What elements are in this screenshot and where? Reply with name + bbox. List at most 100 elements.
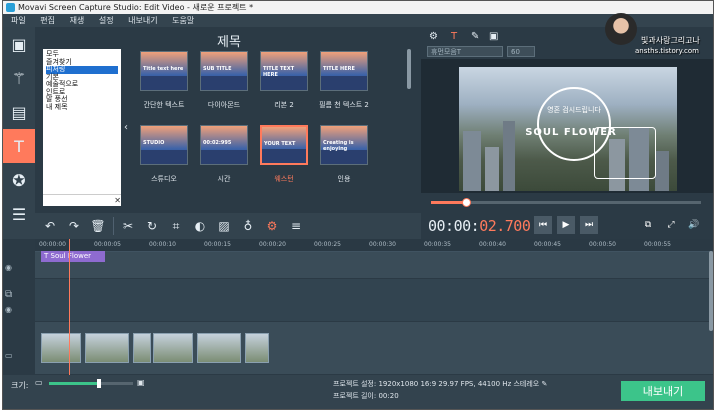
title-clip[interactable]: T Soul Flower [41,251,105,262]
save-icon[interactable]: ▣ [489,31,498,42]
overlay-track[interactable] [35,279,713,321]
crop-icon[interactable]: ⌗ [167,217,185,235]
menu-edit[interactable]: 편집 [40,14,55,27]
project-length-label: 프로젝트 길이: [333,392,377,400]
watermark-line2: ansths.tistory.com [635,47,699,55]
color-adjust-icon[interactable]: ◐ [191,217,209,235]
title-tile-selected[interactable]: YOUR TEXT [260,125,308,165]
overlay-icon[interactable]: ⧉ [5,289,12,300]
title-tile[interactable]: Creating is enjoying [320,125,368,165]
video-clip[interactable] [85,333,129,363]
list-icon[interactable]: ☰ [3,197,35,231]
tile-label: 시간 [217,175,231,183]
filmstrip-icon[interactable]: ▤ [3,95,35,129]
playhead[interactable] [69,239,70,375]
tiles-scrollbar[interactable] [407,49,411,89]
menu-export[interactable]: 내보내기 [128,14,157,27]
equalizer-icon[interactable]: ≡ [287,217,305,235]
microphone-icon[interactable]: ♁ [239,217,257,235]
video-clip[interactable] [245,333,269,363]
fullscreen-button[interactable]: ⤢ [662,216,680,234]
ruler-tick-label: 00:00:25 [314,241,341,248]
image-icon[interactable]: ▨ [215,217,233,235]
gear-icon[interactable]: ⚙ [263,217,281,235]
tile-text: SUB TITLE [203,66,232,72]
zoom-in-icon[interactable]: ▣ [137,378,145,387]
title-tile[interactable]: TITLE TEXT HERE [260,51,308,91]
previous-frame-button[interactable]: ⏮ [534,216,552,234]
window-title: Movavi Screen Capture Studio: Edit Video… [18,3,254,12]
menu-file[interactable]: 파일 [11,14,26,27]
delete-icon[interactable]: 🗑 [89,217,107,235]
cut-icon[interactable]: ✂ [119,217,137,235]
category-search[interactable]: ✕ [43,194,121,206]
tile-text: STUDIO [143,140,165,146]
eye-icon[interactable]: ◉ [5,263,12,272]
ruler-tick-label: 00:00:30 [369,241,396,248]
zoom-slider[interactable] [49,379,133,388]
title-tile[interactable]: Title text here [140,51,188,91]
export-button[interactable]: 내보내기 [621,381,705,401]
video-preview[interactable]: 영혼 검시드립니다 SOUL FLOWER [421,59,713,193]
ruler-tick-label: 00:00:00 [39,241,66,248]
volume-button[interactable]: 🔊 [685,216,703,234]
magic-wand-icon[interactable]: ⚚ [3,61,35,95]
settings-gears-icon[interactable]: ⚙ [429,31,438,42]
app-icon [6,3,15,12]
zoom-thumb[interactable] [97,379,102,388]
redo-icon[interactable]: ↷ [65,217,83,235]
undo-icon[interactable]: ↶ [41,217,59,235]
tile-label-selected: 웨스턴 [274,175,294,183]
title-tile[interactable]: SUB TITLE [200,51,248,91]
menu-settings[interactable]: 설정 [99,14,114,27]
tile-label: 간단한 텍스트 [143,101,185,109]
rotate-icon[interactable]: ↻ [143,217,161,235]
tile-text: YOUR TEXT [264,141,296,147]
tile-text: 00:02:995 [203,140,232,146]
title-tile[interactable]: TITLE HERE [320,51,368,91]
timecode: 00:00:02.700 [428,217,531,235]
star-icon[interactable]: ✪ [3,163,35,197]
brush-icon[interactable]: ✎ [471,31,479,42]
category-item[interactable]: 내 제목 [46,103,118,112]
menu-help[interactable]: 도움말 [172,14,194,27]
pencil-icon[interactable]: ✎ [541,380,547,388]
font-size-select[interactable]: 60 [507,46,535,57]
popout-icon: ⧉ [644,220,652,230]
next-frame-button[interactable]: ⏭ [580,216,598,234]
collapse-panel-button[interactable]: ‹ [121,49,131,205]
ruler-tick-label: 00:00:45 [534,241,561,248]
video-clip[interactable] [197,333,241,363]
tile-label: 다이아몬드 [207,101,241,109]
video-clip[interactable] [153,333,193,363]
ruler-tick-label: 00:00:55 [644,241,671,248]
external-window-button[interactable]: ⧉ [639,216,657,234]
title-track[interactable] [35,252,713,278]
title-tile[interactable]: 00:02:995 [200,125,248,165]
play-button[interactable]: ▶ [557,216,575,234]
project-info: 프로젝트 설정: 1920x1080 16:9 29.97 FPS, 44100… [333,378,547,402]
tile-label: 스튜디오 [151,175,177,183]
zoom-out-icon[interactable]: ▭ [35,378,43,387]
film-icon[interactable]: ▣ [3,27,35,61]
skip-forward-icon: ⏭ [584,220,594,230]
video-track-icon[interactable]: ▭ [5,351,13,360]
project-length-value: 00:20 [378,392,399,400]
eye-icon[interactable]: ◉ [5,305,12,314]
timecode-current: 02.700 [479,217,531,235]
tile-label: 리본 2 [274,101,294,109]
video-clip[interactable] [41,333,81,363]
text-style-icon[interactable]: T [451,31,457,42]
preview-seekbar[interactable] [431,198,701,207]
video-clip[interactable] [133,333,151,363]
menu-play[interactable]: 재생 [70,14,85,27]
seekbar-thumb[interactable] [462,198,472,207]
font-select[interactable]: 휴먼모음T [427,46,503,57]
title-tile[interactable]: STUDIO [140,125,188,165]
timeline-scrollbar[interactable] [709,251,713,331]
clear-icon[interactable]: ✕ [114,196,121,205]
tile-text: TITLE TEXT HERE [263,66,295,78]
category-list: 모두 즐겨찾기 피처링 기본 예술적으로 인트로 말 풍선 내 제목 [43,49,121,205]
timeline-ruler[interactable]: 00:00:00 00:00:05 00:00:10 00:00:15 00:00:20… [35,239,713,252]
text-icon[interactable]: T [3,129,35,163]
